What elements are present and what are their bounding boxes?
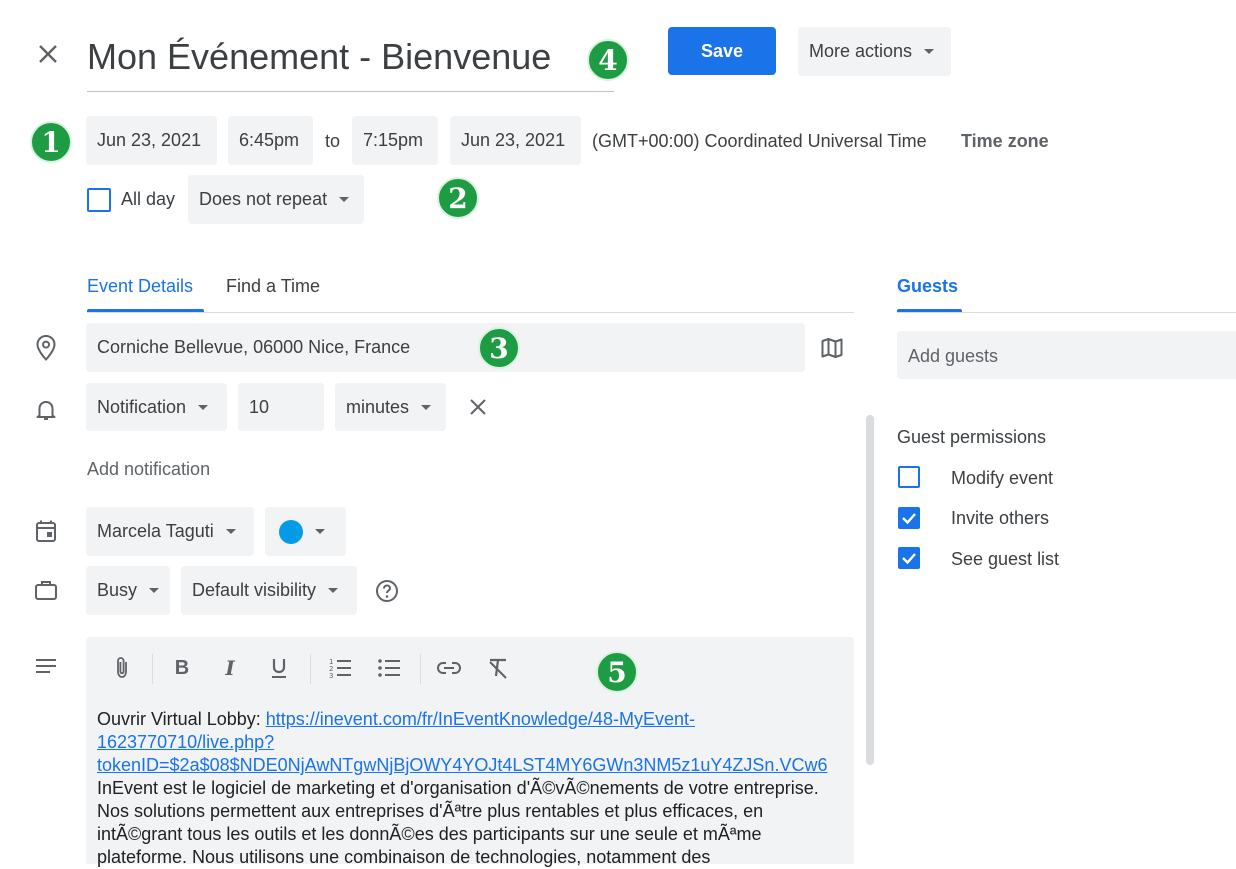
annotation-badge-5: 5 (596, 651, 638, 693)
calendar-owner-text: Marcela Taguti (97, 521, 214, 541)
guest-permissions-title: Guest permissions (897, 427, 1047, 447)
annotation-badge-1: 1 (30, 121, 72, 163)
end-time-text: 7:15pm (363, 130, 424, 150)
notification-type-dropdown[interactable]: Notification (86, 383, 227, 431)
add-guests-placeholder: Add guests (908, 346, 999, 366)
bell-icon (32, 396, 60, 424)
timezone-button[interactable]: Time zone (961, 131, 1049, 152)
annotation-badge-4: 4 (587, 39, 629, 81)
see-guest-list-label: See guest list (951, 549, 1060, 569)
description-text: Ouvrir Virtual Lobby: https://inevent.co… (97, 708, 844, 869)
calendar-icon (32, 517, 60, 545)
toolbar-separator (310, 654, 311, 684)
start-date-chip[interactable]: Jun 23, 2021 (86, 116, 217, 165)
invite-others-label: Invite others (951, 508, 1050, 528)
to-label: to (325, 131, 341, 151)
tab-find-a-time[interactable]: Find a Time (226, 276, 320, 297)
event-title-input[interactable]: Mon Événement - Bienvenue (87, 28, 614, 92)
bold-icon[interactable]: B (169, 655, 195, 681)
all-day-label: All day (121, 189, 176, 209)
annotation-badge-3: 3 (478, 327, 520, 369)
modify-event-checkbox[interactable] (898, 466, 920, 488)
briefcase-icon (32, 576, 60, 604)
chevron-down-icon (328, 588, 339, 593)
add-notification-link[interactable]: Add notification (87, 459, 210, 480)
toolbar-separator (152, 654, 153, 684)
location-pin-icon (32, 334, 60, 362)
timezone-text: (GMT+00:00) Coordinated Universal Time (592, 131, 927, 151)
event-title-text: Mon Événement - Bienvenue (87, 36, 552, 77)
annotation-badge-2: 2 (437, 177, 479, 219)
chevron-down-icon (198, 404, 209, 410)
bulleted-list-icon[interactable] (376, 655, 402, 681)
tab-event-details[interactable]: Event Details (87, 276, 193, 297)
underline-icon[interactable] (266, 655, 292, 681)
link-icon[interactable] (436, 655, 462, 681)
attachment-icon[interactable] (109, 655, 135, 681)
close-icon[interactable] (34, 40, 62, 68)
clear-formatting-icon[interactable] (485, 655, 511, 681)
notification-type-text: Notification (97, 396, 187, 417)
chevron-down-icon (421, 404, 432, 410)
color-swatch (279, 519, 303, 544)
remove-notification-icon[interactable] (465, 394, 491, 420)
location-input[interactable]: Corniche Bellevue, 06000 Nice, France (86, 323, 805, 372)
visibility-text: Default visibility (192, 580, 317, 600)
checkmark-icon (902, 553, 916, 565)
end-date-chip[interactable]: Jun 23, 2021 (450, 116, 581, 165)
map-icon[interactable] (818, 334, 846, 362)
save-button[interactable]: Save (668, 27, 776, 75)
repeat-dropdown[interactable]: Does not repeat (188, 175, 364, 224)
description-prefix: Ouvrir Virtual Lobby: (97, 709, 266, 729)
more-actions-button[interactable]: More actions (798, 27, 951, 76)
svg-text:3: 3 (329, 672, 333, 679)
chevron-down-icon (225, 529, 236, 534)
notification-value-input[interactable]: 10 (238, 383, 324, 431)
start-time-chip[interactable]: 6:45pm (228, 116, 313, 165)
tabs-divider (87, 312, 854, 313)
guests-divider (897, 312, 1236, 313)
start-date-text: Jun 23, 2021 (97, 130, 202, 150)
description-icon (32, 652, 60, 680)
modify-event-label: Modify event (951, 468, 1054, 488)
italic-icon[interactable]: I (217, 655, 243, 681)
chevron-down-icon (339, 197, 350, 202)
start-time-text: 6:45pm (239, 130, 300, 150)
availability-text: Busy (97, 580, 138, 600)
invite-others-checkbox[interactable] (898, 507, 920, 529)
description-body: InEvent est le logiciel de marketing et … (97, 778, 819, 867)
notification-value-text: 10 (249, 396, 270, 417)
notification-unit-dropdown[interactable]: minutes (335, 383, 446, 431)
repeat-text: Does not repeat (199, 189, 328, 209)
checkmark-icon (902, 513, 916, 525)
notification-unit-text: minutes (346, 396, 410, 417)
end-time-chip[interactable]: 7:15pm (352, 116, 438, 165)
more-actions-label: More actions (809, 41, 913, 61)
toolbar-separator (420, 654, 421, 684)
save-button-label: Save (700, 40, 744, 61)
all-day-checkbox[interactable] (87, 188, 111, 212)
event-color-dropdown[interactable] (265, 507, 346, 556)
location-text: Corniche Bellevue, 06000 Nice, France (97, 337, 411, 357)
chevron-down-icon (924, 49, 935, 54)
chevron-down-icon (315, 529, 325, 534)
visibility-dropdown[interactable]: Default visibility (181, 566, 357, 615)
see-guest-list-checkbox[interactable] (898, 547, 920, 569)
details-scrollbar[interactable] (866, 415, 874, 765)
add-guests-input[interactable]: Add guests (897, 331, 1236, 379)
calendar-owner-dropdown[interactable]: Marcela Taguti (86, 507, 254, 556)
end-date-text: Jun 23, 2021 (461, 130, 566, 150)
numbered-list-icon[interactable]: 123 (327, 655, 353, 681)
chevron-down-icon (149, 588, 160, 593)
help-icon[interactable] (373, 577, 401, 605)
tab-guests[interactable]: Guests (897, 276, 958, 297)
availability-dropdown[interactable]: Busy (86, 566, 170, 615)
